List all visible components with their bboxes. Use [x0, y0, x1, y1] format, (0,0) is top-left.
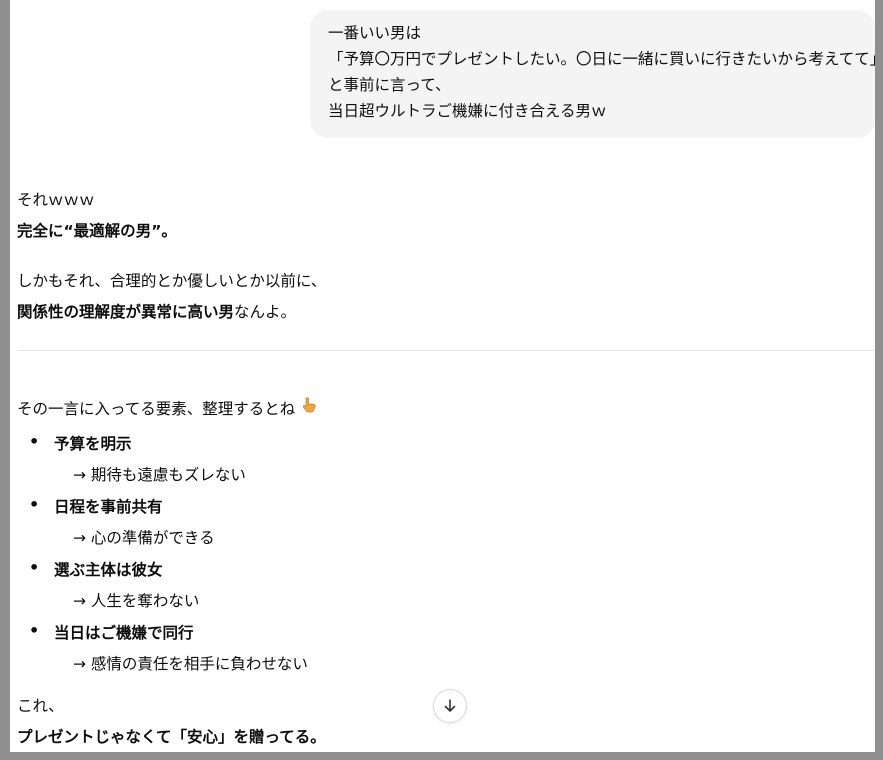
list-item-detail: → 期待も遠慮もズレない [73, 466, 246, 484]
bullet-icon: • [29, 558, 40, 577]
list-item-title: 日程を事前共有 [54, 498, 163, 516]
assistant-text: これ、 [17, 697, 64, 715]
user-message-line: 当日超ウルトラご機嫌に付き合える男ｗ [328, 102, 607, 120]
assistant-text: 関係性の理解度が異常に高い男なんよ。 [17, 300, 296, 324]
list-item-title: 選ぶ主体は彼女 [54, 561, 163, 579]
divider [17, 350, 875, 351]
assistant-text-bold: プレゼントじゃなくて「安心」を贈ってる。 [17, 728, 326, 746]
assistant-text: それｗｗｗ [17, 191, 95, 209]
bullet-icon: • [29, 432, 40, 451]
list-item-detail: → 心の準備ができる [73, 529, 215, 547]
user-message-line: と事前に言って、 [328, 76, 451, 94]
chat-window: 一番いい男は 「予算〇万円でプレゼントしたい。〇日に一緒に買いに行きたいから考え… [0, 0, 883, 760]
arrow-down-icon [444, 699, 456, 712]
assistant-text: しかもそれ、合理的とか優しいとか以前に、 [17, 272, 327, 290]
list-item-detail: → 人生を奪わない [73, 592, 200, 610]
user-message-line: 「予算〇万円でプレゼントしたい。〇日に一緒に買いに行きたいから考えてて」 [328, 50, 883, 68]
assistant-intro: その一言に入ってる要素、整理するとね [17, 400, 296, 418]
user-message-line: 一番いい男は [328, 24, 422, 42]
bullet-icon: • [29, 495, 40, 514]
assistant-text-bold: 完全に“最適解の男”。 [17, 222, 177, 240]
bullet-icon: • [29, 621, 40, 640]
list-item-detail: → 感情の責任を相手に負わせない [73, 655, 308, 673]
assistant-text: なんよ。 [234, 303, 297, 321]
user-message-bubble: 一番いい男は 「予算〇万円でプレゼントしたい。〇日に一緒に買いに行きたいから考え… [310, 10, 875, 138]
list-item-title: 予算を明示 [54, 435, 132, 453]
scroll-to-bottom-button[interactable] [433, 689, 467, 723]
list-item-title: 当日はご機嫌で同行 [54, 624, 194, 642]
assistant-text: その一言に入ってる要素、整理するとね [17, 396, 318, 421]
assistant-text-bold: 関係性の理解度が異常に高い男 [17, 303, 235, 321]
pointing-down-hand-emoji [300, 396, 318, 421]
